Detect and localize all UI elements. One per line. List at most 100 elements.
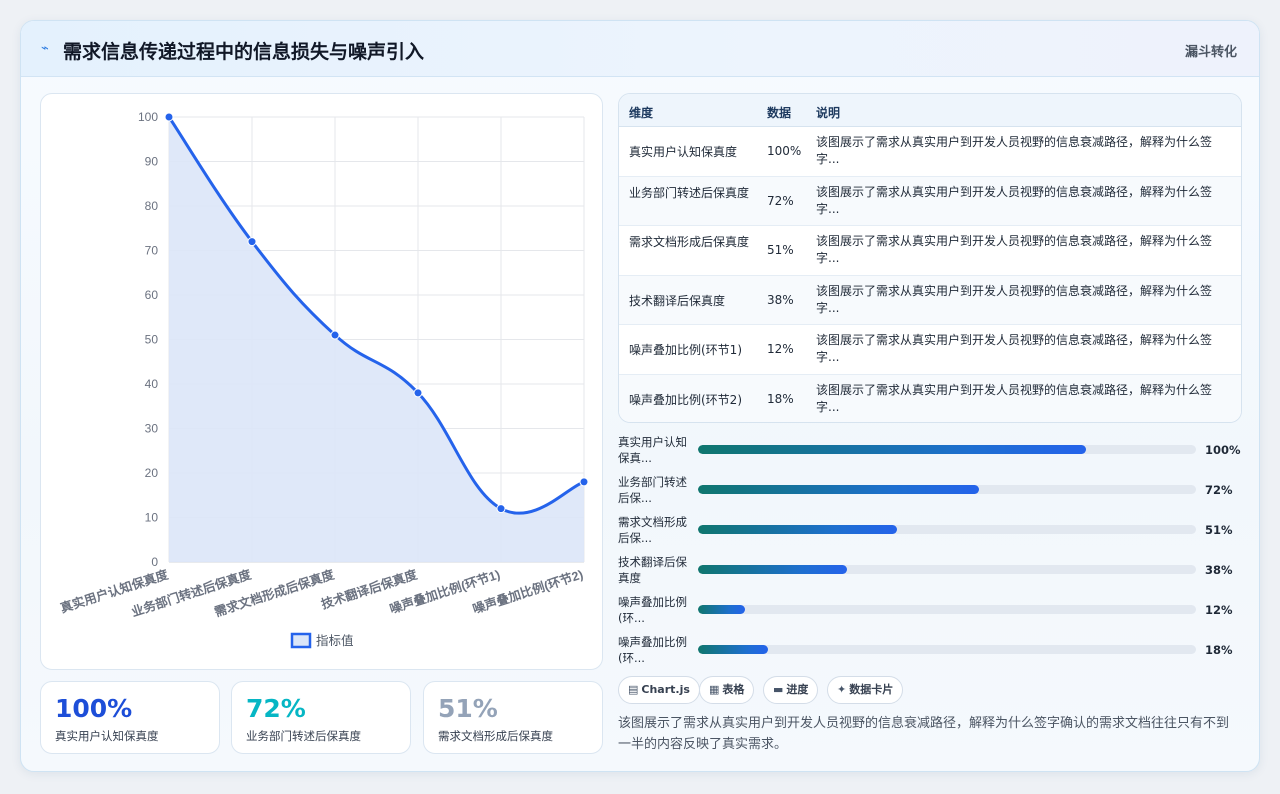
y-tick-label: 80 [145, 199, 159, 213]
progress-row: 业务部门转述后保... 72% [618, 474, 1248, 510]
table-icon: ▦ [709, 683, 720, 696]
stat-value-3: 51% [438, 694, 498, 723]
header-dim: 维度 [629, 106, 654, 120]
chip-label: 进度 [786, 683, 809, 696]
line-chart: 0102030405060708090100真实用户认知保真度业务部门转述后保真… [58, 110, 589, 649]
dashboard-card: ⌁ 需求信息传递过程中的信息损失与噪声引入 漏斗转化 0 10 20 30 40 50 60… [20, 20, 1260, 772]
progress-value: 100% [1205, 443, 1241, 457]
y-tick-label: 60 [145, 288, 159, 302]
table-row: 真实用户认知保真度 100% 该图展示了需求从真实用户到开发人员视野的信息衰减路… [619, 127, 1241, 177]
legend-swatch [290, 632, 312, 649]
cell-value: 18% [767, 391, 794, 406]
progress-row: 需求文档形成后保... 51% [618, 514, 1248, 550]
lightning-icon: ⌁ [41, 41, 49, 56]
stat-card-2: 72% 业务部门转述后保真度 [231, 681, 411, 754]
progress-value: 38% [1205, 563, 1233, 577]
y-tick-label: 70 [145, 244, 159, 258]
progress-fill [698, 445, 1087, 454]
stat-card-1: 100% 真实用户认知保真度 [40, 681, 220, 754]
progress-row: 真实用户认知保真... 100% [618, 434, 1248, 470]
progress-label: 技术翻译后保真度 [618, 555, 687, 585]
progress-fill [698, 565, 848, 574]
stat-card-3: 51% 需求文档形成后保真度 [423, 681, 603, 754]
table-row: 噪声叠加比例(环节2) 18% 该图展示了需求从真实用户到开发人员视野的信息衰减… [619, 374, 1241, 422]
stat-value-2: 72% [246, 694, 306, 723]
cell-description: 该图展示了需求从真实用户到开发人员视野的信息衰减路径，解释为什么签字... [816, 333, 1213, 364]
summary-text: 该图展示了需求从真实用户到开发人员视野的信息衰减路径，解释为什么签字确认的需求文… [618, 716, 1230, 752]
cell-description: 该图展示了需求从真实用户到开发人员视野的信息衰减路径，解释为什么签字... [816, 283, 1213, 315]
chip-label: 表格 [722, 683, 745, 696]
table-row: 技术翻译后保真度 38% 该图展示了需求从真实用户到开发人员视野的信息衰减路径，… [619, 275, 1241, 325]
cell-value: 12% [767, 342, 794, 356]
y-tick-label: 30 [145, 422, 159, 436]
stat-value-1: 100% [55, 694, 133, 723]
progress-track [698, 525, 1196, 534]
header-val: 数据 [767, 106, 792, 120]
y-tick-label: 10 [145, 511, 159, 525]
progress-row: 技术翻译后保真度 38% [618, 554, 1248, 590]
data-point [247, 237, 257, 247]
stat-label-2: 业务部门转述后保真度 [246, 729, 361, 743]
cell-dimension: 技术翻译后保真度 [629, 293, 726, 308]
progress-label: 需求文档形成后保... [618, 515, 687, 545]
progress-icon: ▬ [773, 683, 784, 696]
progress-label: 业务部门转述后保... [618, 475, 687, 505]
cell-dimension: 真实用户认知保真度 [629, 145, 738, 159]
cell-value: 38% [767, 292, 794, 307]
cell-description: 该图展示了需求从真实用户到开发人员视野的信息衰减路径，解释为什么签字... [816, 382, 1213, 414]
data-point [496, 504, 506, 514]
progress-fill [698, 645, 768, 654]
cell-description: 该图展示了需求从真实用户到开发人员视野的信息衰减路径，解释为什么签字... [816, 135, 1213, 166]
progress-fill [698, 605, 746, 614]
progress-row: 噪声叠加比例(环... 12% [618, 594, 1248, 630]
cell-description: 该图展示了需求从真实用户到开发人员视野的信息衰减路径，解释为什么签字... [816, 234, 1213, 265]
y-tick-label: 100 [138, 110, 158, 124]
header-desc: 说明 [816, 106, 841, 120]
category-badge: 漏斗转化 [1184, 45, 1237, 60]
data-table: 维度 数据 说明 真实用户认知保真度 100% 该图展示了需求从真实用户到开发人… [618, 93, 1242, 423]
progress-value: 18% [1205, 643, 1233, 657]
y-tick-label: 50 [145, 333, 159, 347]
cell-description: 该图展示了需求从真实用户到开发人员视野的信息衰减路径，解释为什么签字... [816, 184, 1213, 216]
progress-label: 噪声叠加比例(环... [618, 595, 687, 625]
table-row: 业务部门转述后保真度 72% 该图展示了需求从真实用户到开发人员视野的信息衰减路… [619, 176, 1241, 226]
table-row: 需求文档形成后保真度 51% 该图展示了需求从真实用户到开发人员视野的信息衰减路… [619, 226, 1241, 276]
progress-row: 噪声叠加比例(环... 18% [618, 634, 1248, 670]
cell-dimension: 噪声叠加比例(环节1) [629, 343, 742, 357]
chip-data-card[interactable]: ✦ 数据卡片 [827, 676, 904, 704]
table-header: 维度 数据 说明 [619, 94, 1241, 127]
progress-label: 真实用户认知保真... [618, 435, 687, 465]
progress-track [698, 645, 1196, 654]
cell-value: 72% [767, 193, 794, 208]
data-point [164, 112, 174, 122]
data-point [330, 330, 340, 340]
progress-track [698, 485, 1196, 494]
cell-value: 51% [767, 243, 794, 257]
header-bar: ⌁ 需求信息传递过程中的信息损失与噪声引入 漏斗转化 [21, 21, 1259, 77]
data-point [579, 477, 589, 487]
cell-dimension: 业务部门转述后保真度 [629, 185, 750, 200]
y-tick-label: 90 [145, 155, 159, 169]
progress-value: 51% [1205, 523, 1233, 537]
stat-label-1: 真实用户认知保真度 [55, 729, 159, 743]
chip-table[interactable]: ▦ 表格 [699, 676, 755, 704]
stat-label-3: 需求文档形成后保真度 [438, 729, 553, 743]
progress-track [698, 445, 1196, 454]
progress-value: 72% [1205, 483, 1233, 497]
chip-progress[interactable]: ▬ 进度 [763, 676, 819, 704]
chip-label: Chart.js [641, 683, 690, 696]
page-title: 需求信息传递过程中的信息损失与噪声引入 [63, 41, 425, 63]
line-chart-panel: 0 10 20 30 40 50 60 70 80 90 100 真实用户认知保真度 业务部门转述后保真… [40, 93, 603, 670]
y-tick-label: 0 [151, 555, 158, 569]
data-point [413, 388, 423, 398]
progress-label: 噪声叠加比例(环... [618, 635, 687, 665]
chip-chartjs[interactable]: ▤ Chart.js [618, 676, 700, 704]
progress-fill [698, 485, 980, 494]
legend-label: 指标值 [316, 633, 354, 648]
y-tick-label: 40 [145, 377, 159, 391]
chart-icon: ▤ [628, 683, 639, 696]
y-tick-label: 20 [145, 466, 159, 480]
cell-value: 100% [767, 144, 802, 158]
progress-fill [698, 525, 898, 534]
progress-track [698, 605, 1196, 614]
